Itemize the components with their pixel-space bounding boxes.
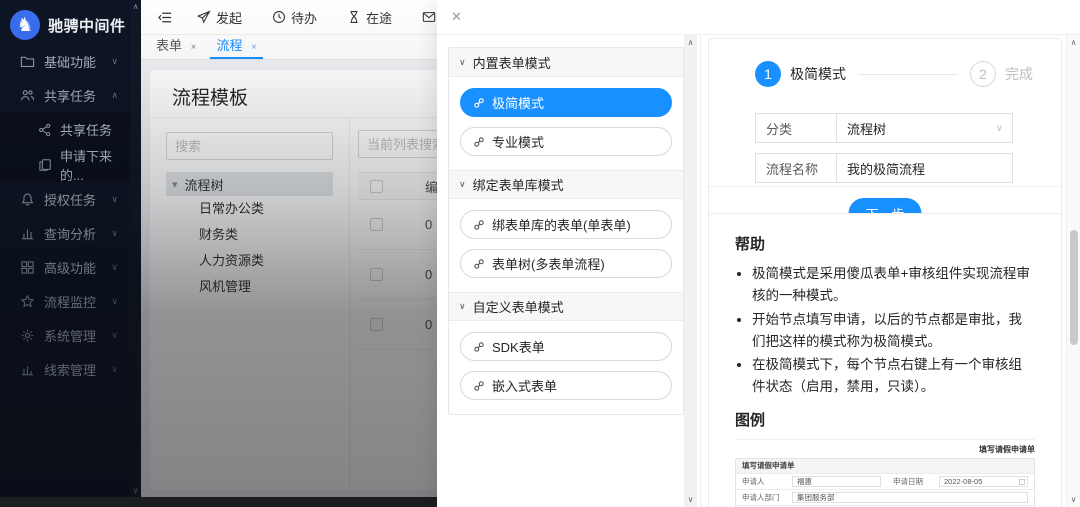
select-arrow-icon: ∨ — [996, 123, 1003, 134]
create-process-drawer: ✕ ∨ 内置表单模式 极简模式 专业模式 ∨ 绑定表单库模式 — [437, 0, 1080, 507]
legend-label: 申请人 — [736, 476, 792, 487]
link-icon — [473, 97, 485, 109]
legend-title: 图例 — [735, 409, 1035, 430]
legend-table-header: 填写请假申请单 — [736, 459, 1034, 473]
chevron-down-icon: ∨ — [459, 57, 466, 68]
drawer-header: ✕ — [437, 0, 1080, 35]
close-icon[interactable]: ✕ — [451, 9, 462, 25]
section-builtin-form-modes[interactable]: ∨ 内置表单模式 — [449, 48, 683, 77]
legend-label: 申请人部门 — [736, 492, 792, 503]
help-title: 帮助 — [735, 233, 1035, 254]
mode-form-tree-multi[interactable]: 表单树(多表单流程) — [460, 249, 672, 278]
wizard-card: 1 极简模式 2 完成 分类 流程树 ∨ 流程名称 我的极简流程 下一步 — [708, 38, 1062, 232]
link-icon — [473, 258, 485, 270]
chevron-down-icon: ∨ — [459, 179, 466, 190]
step-2-circle: 2 — [970, 61, 996, 87]
step-indicator: 1 极简模式 2 完成 — [755, 61, 1033, 87]
legend-value: 集团服务部 — [792, 492, 1028, 503]
process-name-label: 流程名称 — [755, 153, 837, 183]
mode-bound-single-form[interactable]: 绑表单库的表单(单表单) — [460, 210, 672, 239]
link-icon — [473, 380, 485, 392]
legend-preview: 填写请假申请单 填写请假申请单 申请人 福惠 申请日期 2022-08-05 申… — [735, 439, 1035, 507]
step-connector — [858, 74, 958, 75]
column-divider — [700, 35, 701, 507]
category-select[interactable]: 流程树 ∨ — [837, 113, 1013, 143]
section-custom-form-modes[interactable]: ∨ 自定义表单模式 — [449, 292, 683, 321]
legend-form-title: 填写请假申请单 — [735, 444, 1035, 455]
mode-professional[interactable]: 专业模式 — [460, 127, 672, 156]
card-divider — [709, 186, 1061, 187]
mode-minimal[interactable]: 极简模式 — [460, 88, 672, 117]
mode-panel-scrollbar[interactable]: ∧ ∨ — [684, 35, 697, 507]
scroll-down-icon[interactable]: ∨ — [1067, 495, 1080, 504]
section-bound-form-library-modes[interactable]: ∨ 绑定表单库模式 — [449, 170, 683, 199]
legend-value: 福惠 — [792, 476, 881, 487]
legend-label: 申请日期 — [887, 476, 939, 487]
link-icon — [473, 136, 485, 148]
legend-form-table: 填写请假申请单 申请人 福惠 申请日期 2022-08-05 申请人部门 集团服… — [735, 458, 1035, 507]
link-icon — [473, 341, 485, 353]
legend-date-value: 2022-08-05 — [939, 476, 1028, 487]
help-bullet: 开始节点填写申请，以后的节点都是审批，我们把这样的模式称为极简模式。 — [752, 309, 1035, 353]
drawer-overlay-mask[interactable] — [0, 0, 437, 507]
mode-sdk-form[interactable]: SDK表单 — [460, 332, 672, 361]
scroll-up-icon[interactable]: ∧ — [684, 38, 697, 47]
help-card: 帮助 极简模式是采用傻瓜表单+审核组件实现流程审核的一种模式。 开始节点填写申请… — [708, 213, 1062, 507]
help-bullet: 在极简模式下，每个节点右键上有一个审核组件状态（启用，禁用，只读）。 — [752, 354, 1035, 398]
wizard-form: 分类 流程树 ∨ 流程名称 我的极简流程 — [755, 113, 1013, 193]
drawer-right-scrollbar[interactable]: ∧ ∨ — [1066, 35, 1080, 507]
scroll-up-icon[interactable]: ∧ — [1067, 38, 1080, 47]
step-2-label: 完成 — [1005, 64, 1033, 84]
process-name-input[interactable]: 我的极简流程 — [837, 153, 1013, 183]
step-1-circle: 1 — [755, 61, 781, 87]
help-bullet: 极简模式是采用傻瓜表单+审核组件实现流程审核的一种模式。 — [752, 263, 1035, 307]
form-mode-panel: ∨ 内置表单模式 极简模式 专业模式 ∨ 绑定表单库模式 — [448, 47, 684, 415]
scrollbar-thumb[interactable] — [1070, 230, 1078, 345]
link-icon — [473, 219, 485, 231]
scroll-down-icon[interactable]: ∨ — [684, 495, 697, 504]
step-1-label: 极简模式 — [790, 64, 846, 84]
calendar-icon — [1019, 479, 1025, 485]
help-bullet-list: 极简模式是采用傻瓜表单+审核组件实现流程审核的一种模式。 开始节点填写申请，以后… — [752, 263, 1035, 398]
mode-embedded-form[interactable]: 嵌入式表单 — [460, 371, 672, 400]
category-label: 分类 — [755, 113, 837, 143]
chevron-down-icon: ∨ — [459, 301, 466, 312]
